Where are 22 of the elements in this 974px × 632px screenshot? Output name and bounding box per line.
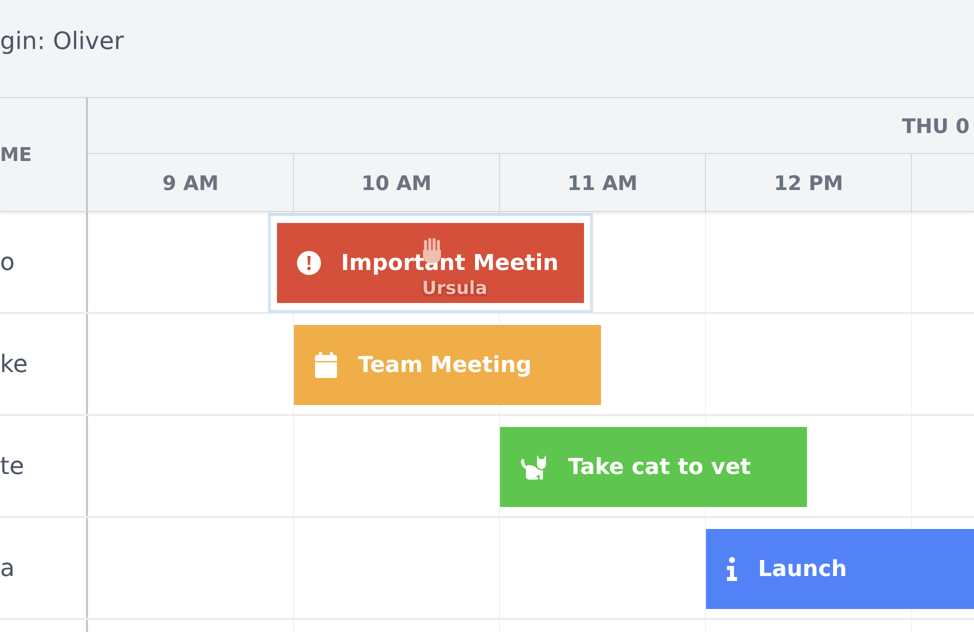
event-bar[interactable]: Launch [706, 529, 974, 609]
time-label: 10 AM [361, 170, 432, 194]
login-label: gin: Oliver [0, 26, 124, 57]
event-bar[interactable]: Take cat to vet [500, 427, 807, 507]
resource-name: ke [0, 350, 28, 378]
resource-name: a [0, 554, 15, 582]
date-heading: THU 0 [902, 114, 970, 138]
event-title: Important Meetin [341, 250, 558, 276]
info-icon [726, 557, 738, 581]
time-label: 11 AM [567, 170, 638, 194]
time-label: 9 AM [162, 170, 219, 194]
name-column-heading: ME [0, 144, 32, 166]
event-bar[interactable]: Team Meeting [294, 325, 601, 405]
cat-icon [520, 454, 548, 480]
time-label: 12 PM [774, 170, 844, 194]
event-title: Take cat to vet [568, 454, 751, 480]
resource-name: o [0, 248, 15, 276]
event-title: Team Meeting [358, 352, 532, 378]
resource-name: te [0, 452, 24, 480]
event-title: Launch [758, 556, 847, 582]
drag-label: Ursula [422, 279, 488, 299]
calendar-icon [314, 352, 338, 378]
